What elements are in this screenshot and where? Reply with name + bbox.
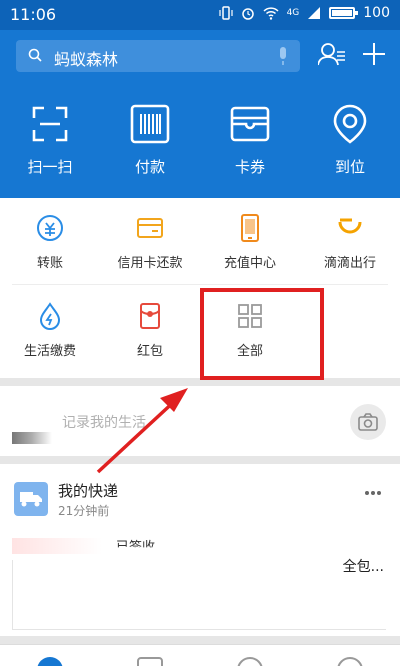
quick-action-label: 付款 [134, 158, 165, 176]
wallet-icon [230, 106, 270, 142]
annotation-arrow [96, 388, 188, 474]
mic-icon[interactable] [278, 47, 288, 65]
tab-bar [0, 644, 400, 666]
quick-action-arrive[interactable]: 到位 [300, 104, 400, 184]
red-envelope-icon [140, 303, 160, 329]
quick-action-label: 卡券 [234, 158, 265, 176]
service-label: 滴滴出行 [323, 256, 376, 271]
service-label: 红包 [136, 344, 163, 359]
tab-friends[interactable] [237, 657, 263, 666]
phone-icon [241, 214, 259, 242]
quick-action-label: 到位 [334, 158, 365, 176]
network-label: 4G [286, 8, 300, 18]
truck-icon-box [14, 482, 48, 516]
tab-koubei[interactable] [137, 657, 163, 666]
service-didi[interactable]: 滴滴出行 [300, 214, 400, 294]
service-red-envelope[interactable]: 红包 [100, 302, 200, 382]
service-transfer[interactable]: 转账 [0, 214, 100, 294]
tab-home[interactable] [37, 657, 63, 666]
water-drop-icon [39, 302, 61, 330]
express-card[interactable]: 我的快递 21分钟前 已签收 全包... [0, 464, 400, 636]
quick-action-cards[interactable]: 卡券 [200, 104, 300, 184]
camera-icon [358, 413, 378, 431]
location-icon [333, 104, 367, 144]
quick-action-pay[interactable]: 付款 [100, 104, 200, 184]
plus-icon[interactable] [362, 42, 386, 66]
card-title: 我的快递 [58, 482, 119, 500]
signal-icon [308, 7, 321, 19]
service-label: 转账 [36, 256, 63, 271]
quick-action-scan[interactable]: 扫一扫 [0, 104, 100, 184]
alarm-icon [241, 8, 254, 20]
scan-icon [32, 106, 68, 142]
service-label: 生活缴费 [23, 344, 76, 359]
card-status: 已签收 [116, 540, 156, 555]
didi-icon [338, 218, 362, 234]
service-credit-card[interactable]: 信用卡还款 [100, 214, 200, 294]
barcode-icon [130, 104, 170, 144]
battery-label: 100 [363, 5, 390, 21]
search-icon [28, 48, 42, 62]
truck-icon [20, 492, 42, 507]
more-icon[interactable] [364, 490, 382, 496]
tab-mine[interactable] [337, 657, 363, 666]
status-time: 11:06 [10, 5, 57, 24]
transfer-icon [37, 215, 63, 241]
feed-thumbnail [12, 432, 52, 444]
battery-icon [329, 7, 359, 19]
battery-fill [332, 10, 353, 16]
card-body [12, 560, 386, 630]
card-time: 21分钟前 [58, 504, 110, 518]
status-bar: 11:06 4G 100 [0, 0, 400, 30]
header: 蚂蚁森林 扫一扫 付款 卡券 到位 [0, 30, 400, 198]
credit-card-icon [137, 218, 163, 238]
card-thumbnail [12, 538, 102, 554]
service-label: 信用卡还款 [117, 256, 183, 271]
card-body-text: 全包... [342, 559, 384, 575]
status-icons: 4G 100 [218, 5, 390, 21]
vibrate-icon [218, 6, 233, 20]
service-utilities[interactable]: 生活缴费 [0, 302, 100, 382]
search-input-text: 蚂蚁森林 [54, 50, 119, 69]
feed-compose[interactable]: 记录我的生活 [0, 386, 400, 456]
search-bar[interactable]: 蚂蚁森林 [16, 40, 300, 72]
highlight-box [200, 288, 324, 380]
quick-action-label: 扫一扫 [27, 158, 73, 176]
contacts-icon[interactable] [318, 42, 346, 66]
camera-button[interactable] [350, 404, 386, 440]
wifi-icon [263, 7, 279, 20]
service-label: 充值中心 [223, 256, 276, 271]
service-topup[interactable]: 充值中心 [200, 214, 300, 294]
